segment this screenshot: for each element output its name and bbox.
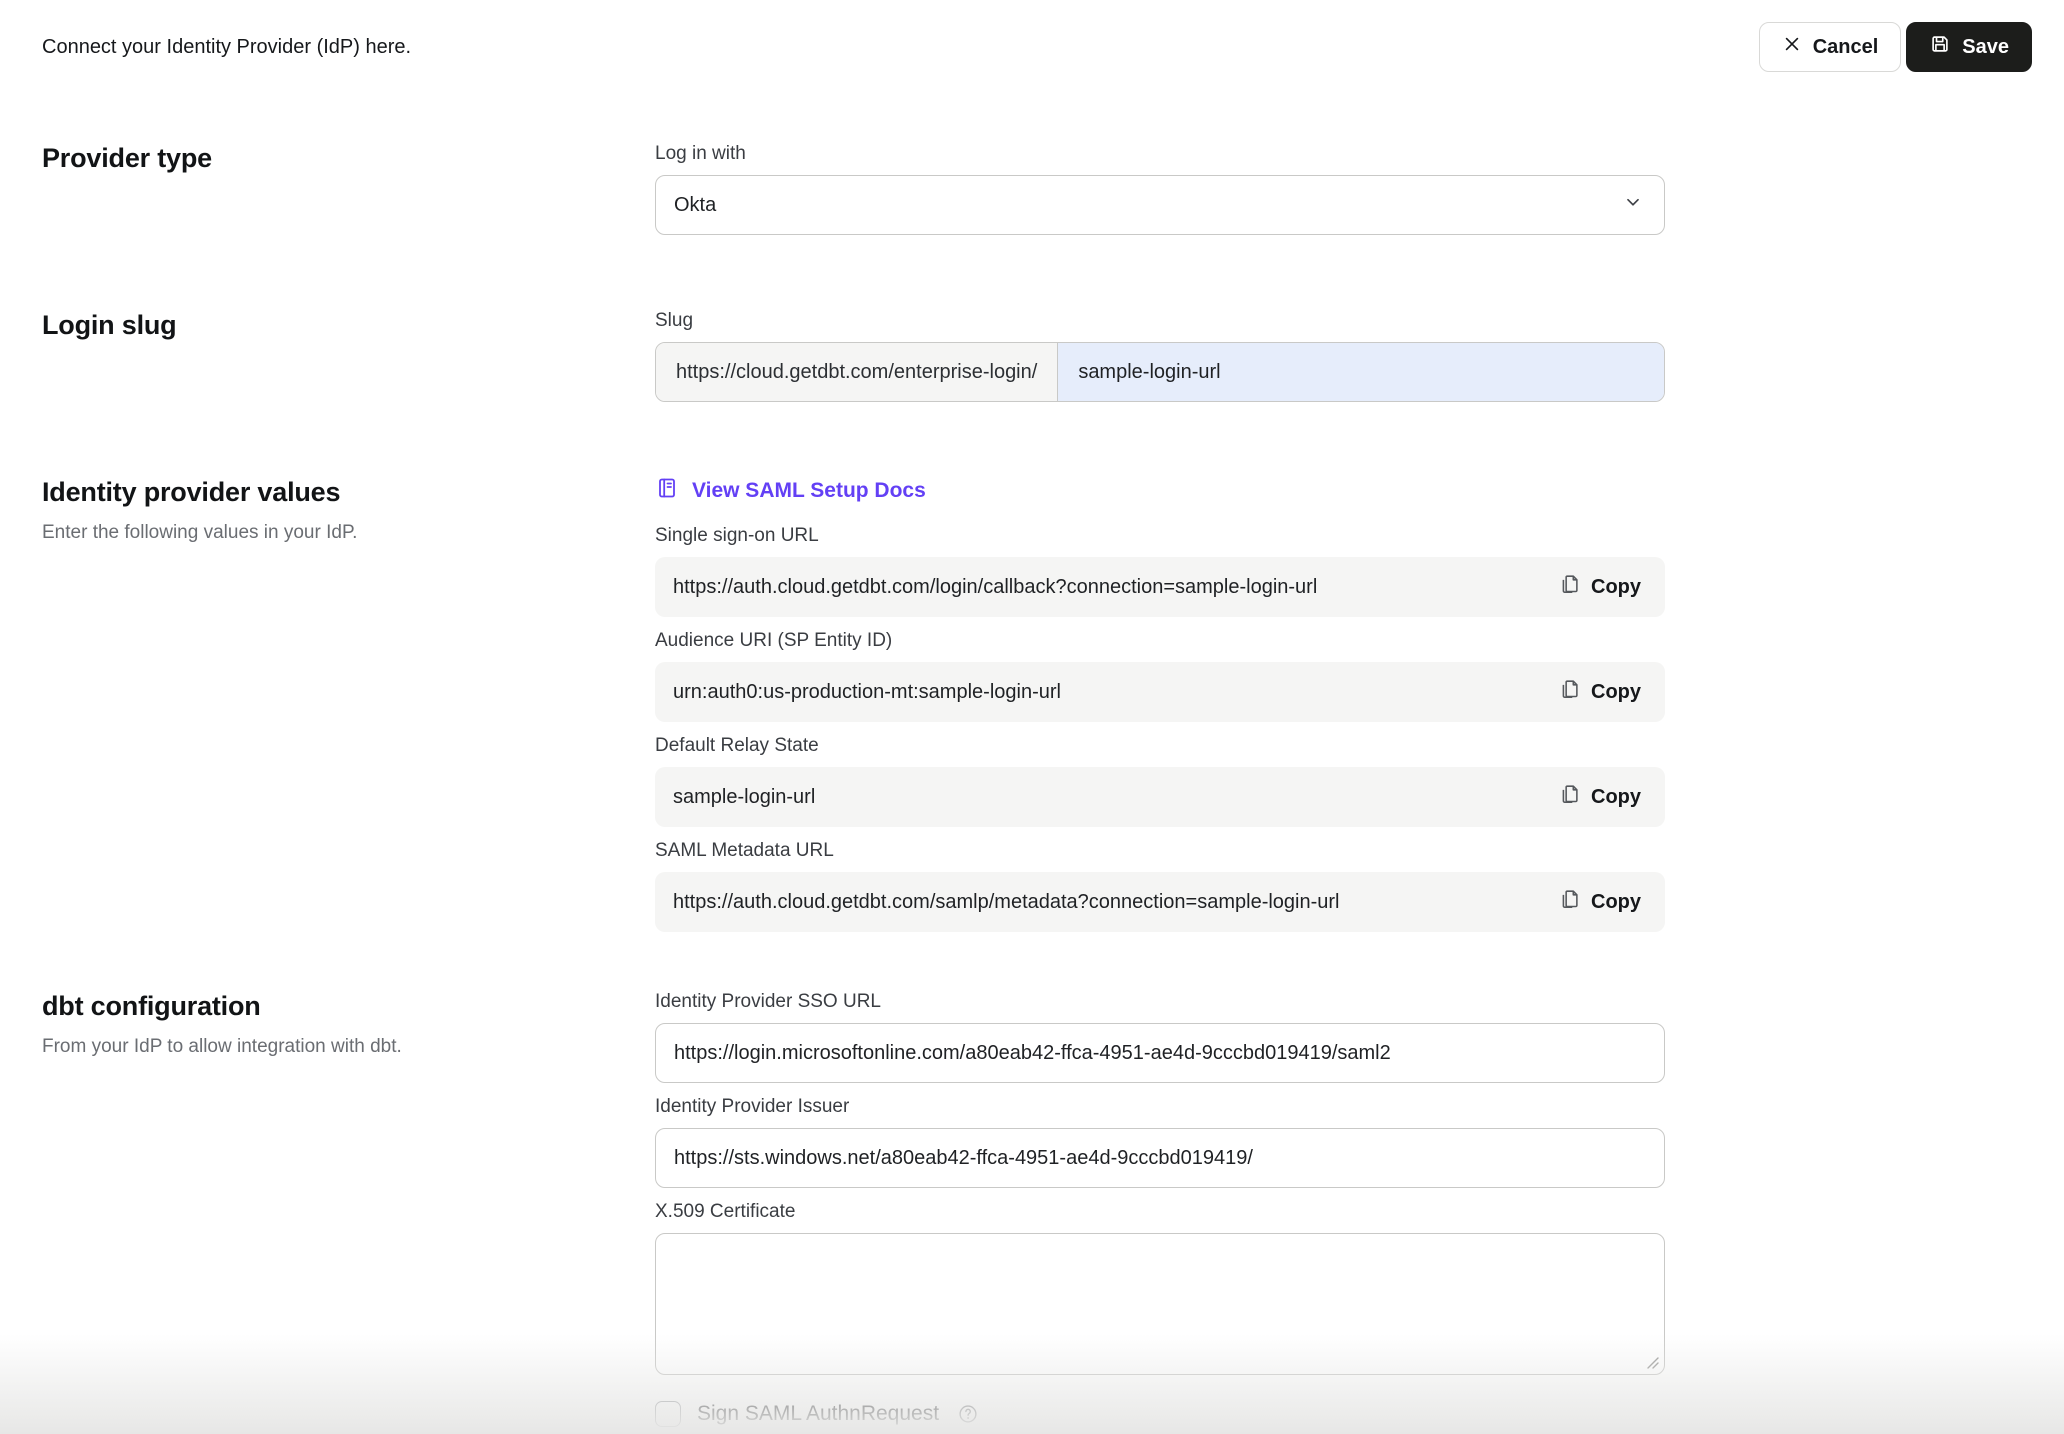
- sign-authn-checkbox[interactable]: [655, 1401, 681, 1427]
- idp-issuer-label: Identity Provider Issuer: [655, 1095, 1665, 1119]
- saml-metadata-value: https://auth.cloud.getdbt.com/samlp/meta…: [673, 891, 1340, 914]
- close-icon: [1782, 34, 1802, 60]
- login-with-label: Log in with: [655, 142, 1665, 166]
- copy-audience-uri-button[interactable]: Copy: [1559, 678, 1641, 706]
- copy-icon: [1559, 678, 1581, 706]
- idp-values-subheading: Enter the following values in your IdP.: [42, 520, 615, 546]
- audience-uri-label: Audience URI (SP Entity ID): [655, 629, 1665, 653]
- page-title: Connect your Identity Provider (IdP) her…: [42, 36, 411, 59]
- idp-issuer-input[interactable]: [655, 1128, 1665, 1188]
- sso-url-field: https://auth.cloud.getdbt.com/login/call…: [655, 557, 1665, 617]
- copy-icon: [1559, 573, 1581, 601]
- copy-icon: [1559, 783, 1581, 811]
- cancel-button-label: Cancel: [1813, 36, 1879, 59]
- sso-url-label: Single sign-on URL: [655, 524, 1665, 548]
- view-saml-setup-docs-link[interactable]: View SAML Setup Docs: [655, 476, 926, 506]
- provider-type-heading: Provider type: [42, 142, 615, 174]
- copy-button-label: Copy: [1591, 786, 1641, 809]
- slug-input[interactable]: [1058, 343, 1664, 401]
- idp-sso-url-row: Identity Provider SSO URL: [655, 990, 1665, 1083]
- provider-select-value: Okta: [674, 194, 716, 217]
- audience-uri-field: urn:auth0:us-production-mt:sample-login-…: [655, 662, 1665, 722]
- topbar: Connect your Identity Provider (IdP) her…: [0, 0, 2064, 84]
- docs-icon: [655, 476, 679, 506]
- dbt-configuration-subheading: From your IdP to allow integration with …: [42, 1034, 615, 1060]
- dbt-configuration-section: dbt configuration From your IdP to allow…: [42, 990, 2064, 1427]
- copy-saml-metadata-button[interactable]: Copy: [1559, 888, 1641, 916]
- relay-state-value: sample-login-url: [673, 786, 815, 809]
- provider-type-section: Provider type Log in with Okta: [42, 142, 2064, 235]
- idp-values-heading: Identity provider values: [42, 476, 615, 508]
- dbt-configuration-heading: dbt configuration: [42, 990, 615, 1022]
- help-icon[interactable]: [957, 1403, 979, 1425]
- login-slug-heading: Login slug: [42, 309, 615, 341]
- copy-button-label: Copy: [1591, 681, 1641, 704]
- docs-link-label: View SAML Setup Docs: [692, 479, 926, 503]
- audience-uri-row: Audience URI (SP Entity ID) urn:auth0:us…: [655, 617, 1665, 722]
- copy-icon: [1559, 888, 1581, 916]
- copy-relay-state-button[interactable]: Copy: [1559, 783, 1641, 811]
- saml-metadata-row: SAML Metadata URL https://auth.cloud.get…: [655, 827, 1665, 932]
- save-button[interactable]: Save: [1906, 22, 2032, 72]
- saml-metadata-label: SAML Metadata URL: [655, 839, 1665, 863]
- login-slug-section: Login slug Slug https://cloud.getdbt.com…: [42, 309, 2064, 402]
- cancel-button[interactable]: Cancel: [1759, 22, 1902, 72]
- chevron-down-icon: [1622, 191, 1644, 219]
- relay-state-label: Default Relay State: [655, 734, 1665, 758]
- idp-issuer-row: Identity Provider Issuer: [655, 1095, 1665, 1188]
- certificate-label: X.509 Certificate: [655, 1200, 1665, 1224]
- identity-provider-values-section: Identity provider values Enter the follo…: [42, 476, 2064, 932]
- topbar-actions: Cancel Save: [1759, 22, 2032, 72]
- sso-url-row: Single sign-on URL https://auth.cloud.ge…: [655, 524, 1665, 617]
- relay-state-field: sample-login-url Copy: [655, 767, 1665, 827]
- sign-authn-label: Sign SAML AuthnRequest: [697, 1402, 939, 1426]
- resize-grip-icon[interactable]: [1642, 1352, 1660, 1370]
- copy-sso-url-button[interactable]: Copy: [1559, 573, 1641, 601]
- provider-select[interactable]: Okta: [655, 175, 1665, 235]
- saml-metadata-field: https://auth.cloud.getdbt.com/samlp/meta…: [655, 872, 1665, 932]
- audience-uri-value: urn:auth0:us-production-mt:sample-login-…: [673, 681, 1061, 704]
- slug-field-group: https://cloud.getdbt.com/enterprise-logi…: [655, 342, 1665, 402]
- slug-url-prefix: https://cloud.getdbt.com/enterprise-logi…: [656, 343, 1058, 401]
- sso-configuration-page: Connect your Identity Provider (IdP) her…: [0, 0, 2064, 1427]
- idp-sso-url-input[interactable]: [655, 1023, 1665, 1083]
- idp-sso-url-label: Identity Provider SSO URL: [655, 990, 1665, 1014]
- copy-button-label: Copy: [1591, 576, 1641, 599]
- sso-url-value: https://auth.cloud.getdbt.com/login/call…: [673, 576, 1317, 599]
- copy-button-label: Copy: [1591, 891, 1641, 914]
- settings-form: Provider type Log in with Okta Login slu…: [0, 142, 2064, 1427]
- relay-state-row: Default Relay State sample-login-url: [655, 722, 1665, 827]
- sign-authn-row: Sign SAML AuthnRequest: [655, 1401, 1665, 1427]
- certificate-row: X.509 Certificate: [655, 1200, 1665, 1375]
- save-button-label: Save: [1962, 36, 2009, 59]
- slug-label: Slug: [655, 309, 1665, 333]
- certificate-textarea[interactable]: [655, 1233, 1665, 1375]
- save-icon: [1929, 33, 1951, 61]
